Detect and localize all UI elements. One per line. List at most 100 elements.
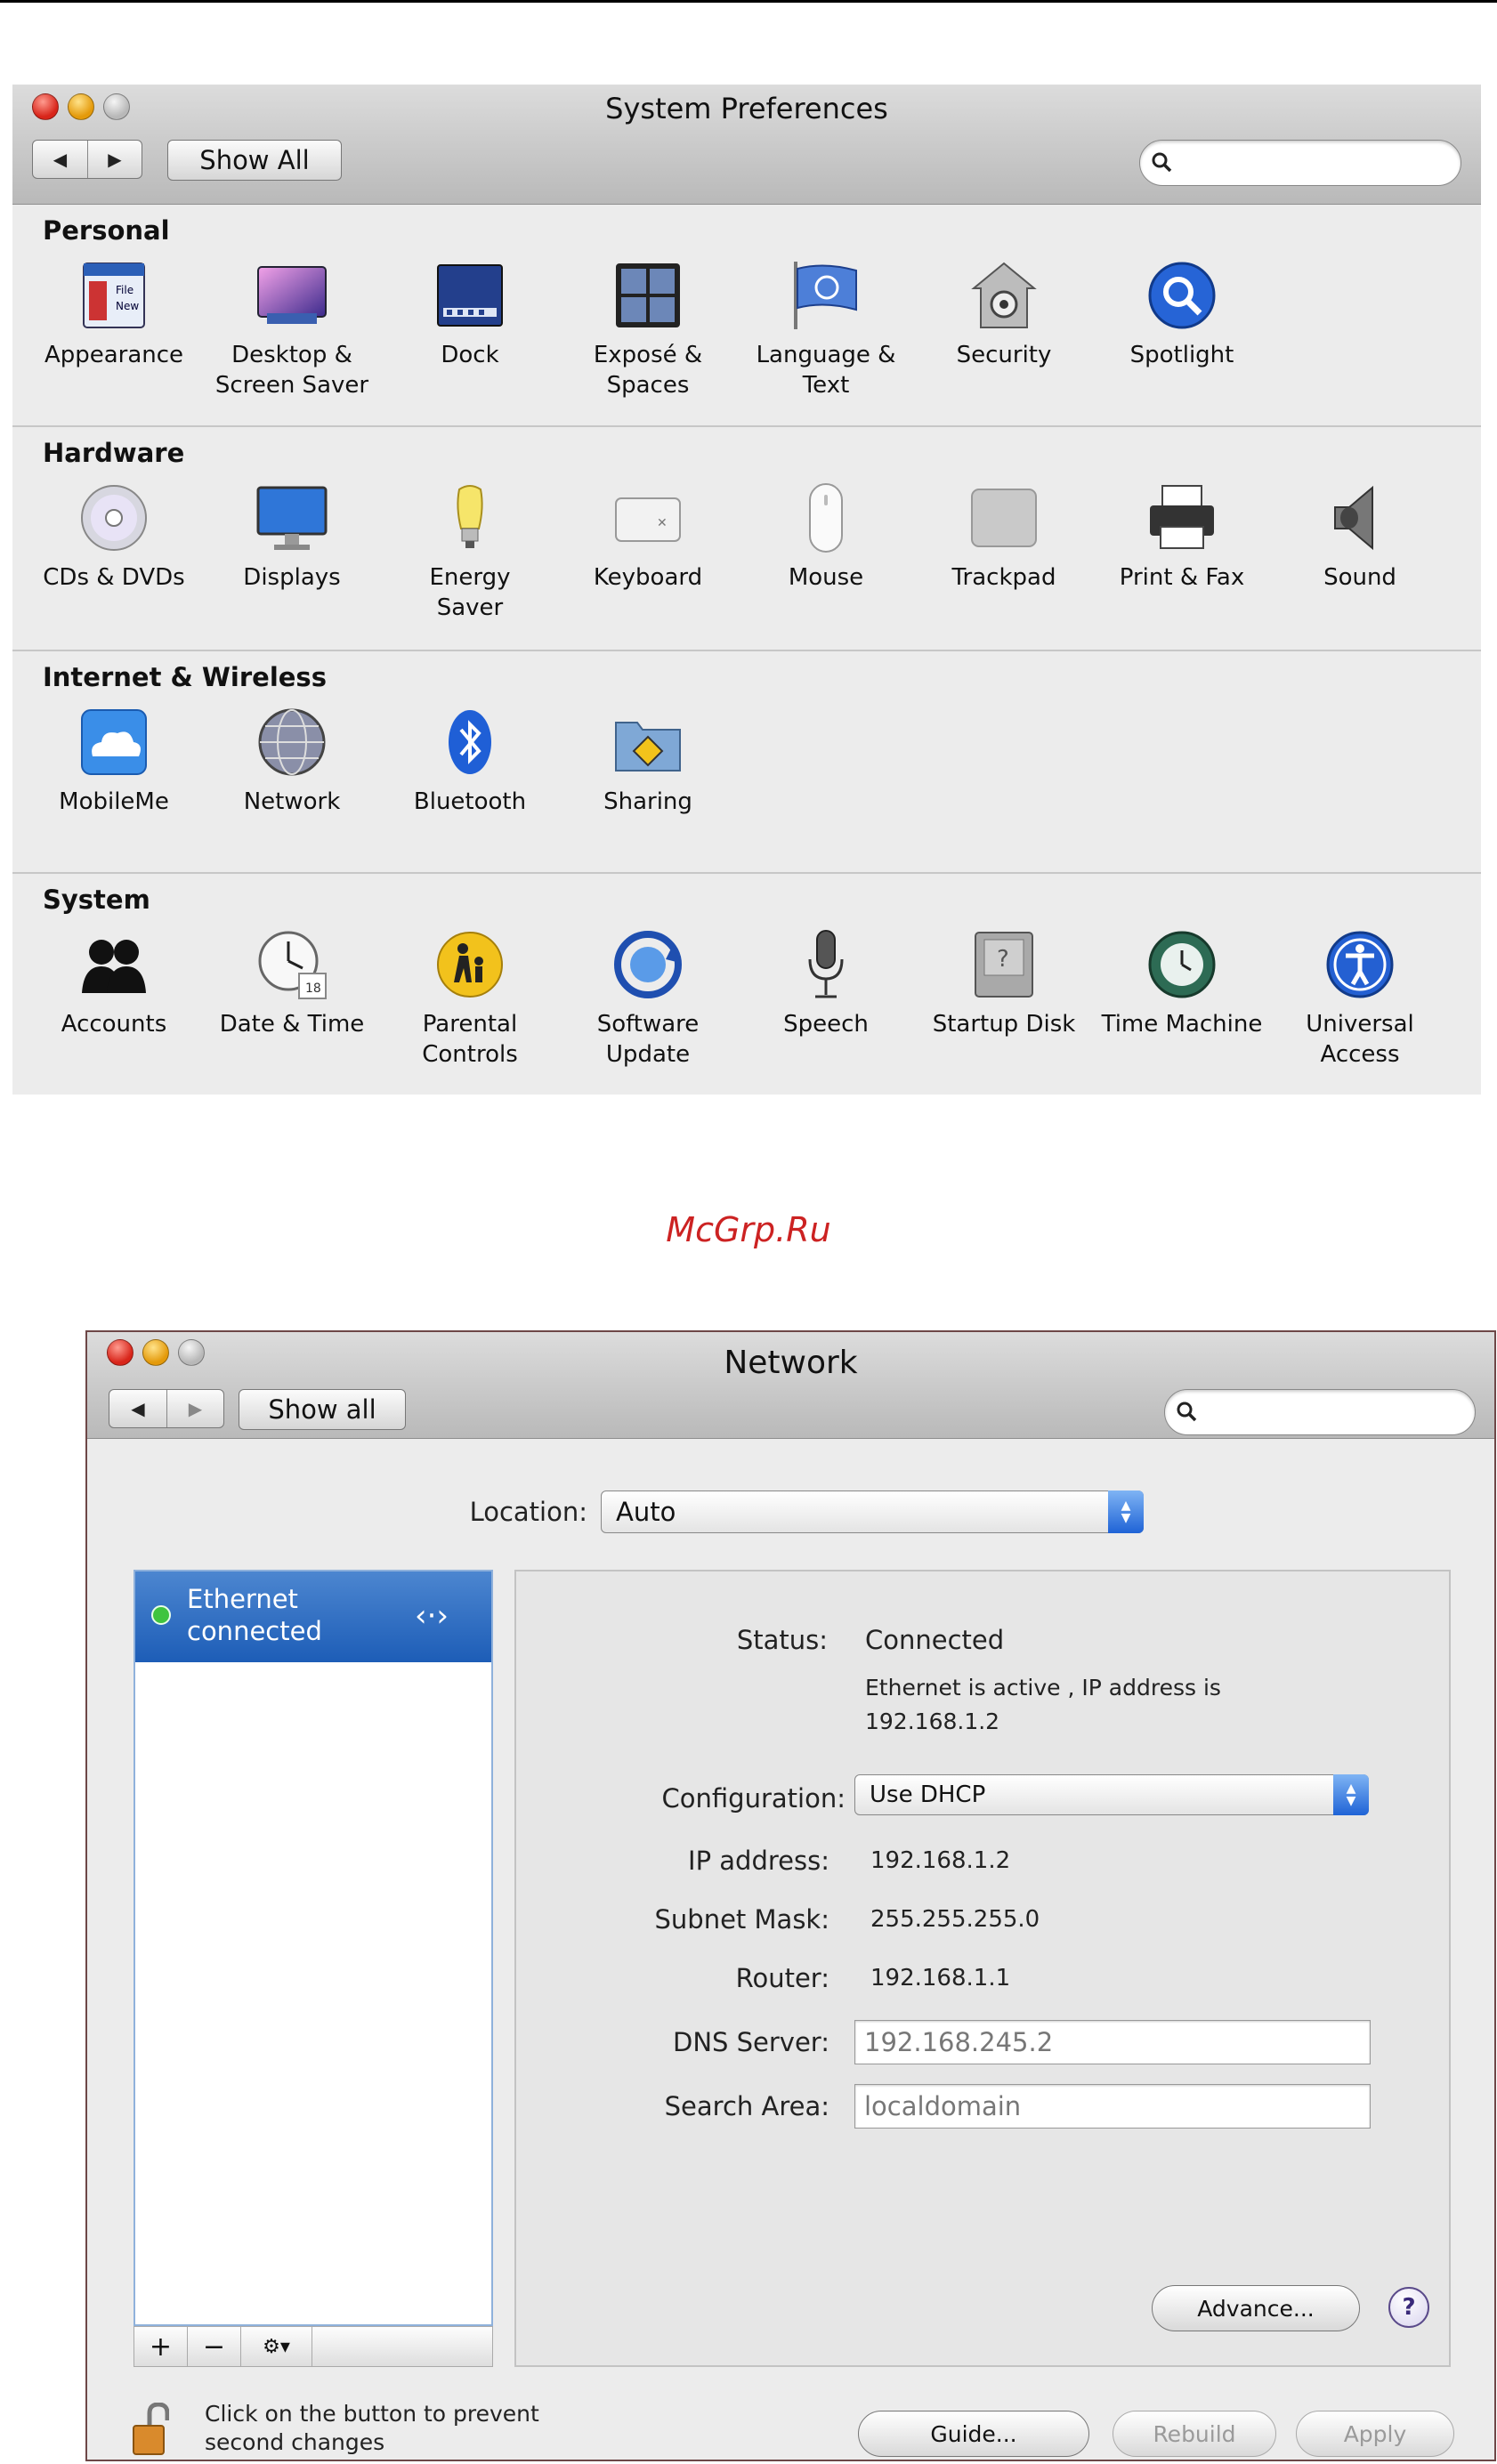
back-button[interactable]: ◀ <box>109 1390 166 1427</box>
service-state: connected <box>187 1616 322 1646</box>
pane-bluetooth[interactable]: Bluetooth <box>381 705 559 817</box>
section-hardware: Hardware CDs & DVDs Displays Energy Save… <box>12 427 1481 651</box>
forward-button[interactable]: ▶ <box>86 141 142 178</box>
details-panel: Status: Connected Ethernet is active , I… <box>514 1570 1451 2367</box>
dns-server-field[interactable]: 192.168.245.2 <box>854 2020 1371 2064</box>
service-item-ethernet[interactable]: Ethernet connected ‹·› <box>135 1571 491 1662</box>
pane-universal-access[interactable]: Universal Access <box>1271 927 1449 1070</box>
pane-label: Date & Time <box>219 1011 365 1038</box>
pane-label: Software Update <box>596 1011 700 1068</box>
pane-software-update[interactable]: Software Update <box>559 927 737 1070</box>
subnet-mask-value: 255.255.255.0 <box>870 1906 1040 1933</box>
pane-sound[interactable]: Sound <box>1271 481 1449 593</box>
pane-label: Speech <box>783 1011 869 1038</box>
keyboard-icon: ✕ <box>611 481 685 555</box>
location-label: Location: <box>469 1497 587 1527</box>
expose-icon <box>611 258 685 333</box>
pane-cds-dvds[interactable]: CDs & DVDs <box>25 481 203 593</box>
pane-mobileme[interactable]: MobileMe <box>25 705 203 817</box>
disk-icon: ? <box>967 927 1041 1002</box>
pane-label: Language & Text <box>756 342 896 399</box>
pane-label: Sound <box>1323 564 1396 591</box>
apply-button[interactable]: Apply <box>1296 2411 1454 2457</box>
guide-button[interactable]: Guide... <box>858 2411 1089 2457</box>
pane-dock[interactable]: Dock <box>381 258 559 370</box>
location-popup[interactable]: Auto ▲ ▼ <box>601 1491 1144 1533</box>
pane-keyboard[interactable]: ✕ Keyboard <box>559 481 737 593</box>
pane-energy-saver[interactable]: Energy Saver <box>381 481 559 623</box>
update-icon <box>611 927 685 1002</box>
search-field[interactable] <box>1139 140 1461 186</box>
remove-service-button[interactable]: − <box>188 2327 241 2366</box>
pane-language-text[interactable]: Language & Text <box>737 258 915 400</box>
network-window: Network ◀ ▶ Show all Location: Auto ▲ ▼ E… <box>85 1330 1496 2461</box>
section-heading: Internet & Wireless <box>43 662 327 692</box>
back-button[interactable]: ◀ <box>33 141 87 178</box>
cloud-icon <box>77 705 151 780</box>
system-preferences-window: System Preferences ◀ ▶ Show All Personal… <box>12 85 1481 1095</box>
globe-icon <box>255 705 329 780</box>
section-heading: Personal <box>43 215 170 246</box>
forward-button[interactable]: ▶ <box>166 1390 223 1427</box>
lock-icon[interactable] <box>132 2402 170 2456</box>
pane-label: Startup Disk <box>932 1011 1076 1038</box>
search-icon <box>1177 1402 1197 1422</box>
window-title: System Preferences <box>605 92 888 125</box>
sharing-folder-icon <box>611 705 685 780</box>
back-forward-control: ◀ ▶ <box>32 140 142 179</box>
bluetooth-icon <box>433 705 507 780</box>
show-all-button[interactable]: Show all <box>239 1389 406 1430</box>
pane-spotlight[interactable]: Spotlight <box>1093 258 1271 370</box>
microphone-icon <box>789 927 863 1002</box>
pane-label: CDs & DVDs <box>43 564 185 591</box>
appearance-icon: File New <box>77 258 151 333</box>
add-service-button[interactable]: + <box>134 2327 188 2366</box>
pane-date-time[interactable]: 18 Date & Time <box>203 927 381 1039</box>
pane-displays[interactable]: Displays <box>203 481 381 593</box>
search-icon <box>1152 152 1172 173</box>
window-title: Network <box>724 1345 858 1381</box>
prefs-toolbar: System Preferences ◀ ▶ Show All <box>12 85 1481 205</box>
configuration-popup[interactable]: Use DHCP ▲ ▼ <box>854 1774 1369 1815</box>
pane-label: Dock <box>441 342 499 368</box>
pane-expose-spaces[interactable]: Exposé & Spaces <box>559 258 737 400</box>
pane-sharing[interactable]: Sharing <box>559 705 737 817</box>
ip-address-label: IP address: <box>688 1846 829 1876</box>
pane-network[interactable]: Network <box>203 705 381 817</box>
clock-icon: 18 <box>255 927 329 1002</box>
pane-label: Appearance <box>44 342 184 368</box>
pane-speech[interactable]: Speech <box>737 927 915 1039</box>
search-field[interactable] <box>1164 1389 1476 1435</box>
section-system: System Accounts 18 Date & Time Parental … <box>12 874 1481 1095</box>
help-button[interactable]: ? <box>1388 2287 1429 2328</box>
pane-trackpad[interactable]: Trackpad <box>915 481 1093 593</box>
pane-label: MobileMe <box>59 788 169 815</box>
search-area-field[interactable]: localdomain <box>854 2084 1371 2129</box>
pane-security[interactable]: Security <box>915 258 1093 370</box>
accounts-icon <box>77 927 151 1002</box>
dns-server-label: DNS Server: <box>672 2027 829 2057</box>
location-value: Auto <box>616 1497 676 1527</box>
pane-appearance[interactable]: File New Appearance <box>25 258 203 370</box>
pane-time-machine[interactable]: Time Machine <box>1093 927 1271 1039</box>
pane-label: Universal Access <box>1306 1011 1414 1068</box>
section-internet-wireless: Internet & Wireless MobileMe Network Blu… <box>12 651 1481 874</box>
rebuild-button[interactable]: Rebuild <box>1113 2411 1276 2457</box>
pane-print-fax[interactable]: Print & Fax <box>1093 481 1271 593</box>
show-all-button[interactable]: Show All <box>167 140 342 181</box>
desktop-icon <box>255 258 329 333</box>
popup-arrows-icon: ▲ ▼ <box>1108 1491 1144 1533</box>
pane-startup-disk[interactable]: ? Startup Disk <box>915 927 1093 1039</box>
gear-menu-button[interactable]: ⚙▾ <box>241 2327 312 2366</box>
pane-parental-controls[interactable]: Parental Controls <box>381 927 559 1070</box>
pane-label: Desktop & Screen Saver <box>214 342 369 399</box>
advanced-button[interactable]: Advance... <box>1152 2285 1360 2331</box>
ethernet-arrows-icon: ‹·› <box>415 1598 449 1634</box>
pane-desktop-screen-saver[interactable]: Desktop & Screen Saver <box>203 258 381 400</box>
service-list-toolbar: + − ⚙▾ <box>134 2326 493 2367</box>
pane-mouse[interactable]: Mouse <box>737 481 915 593</box>
cd-icon <box>77 481 151 555</box>
pane-accounts[interactable]: Accounts <box>25 927 203 1039</box>
bulb-icon <box>433 481 507 555</box>
pane-label: Keyboard <box>593 564 703 591</box>
